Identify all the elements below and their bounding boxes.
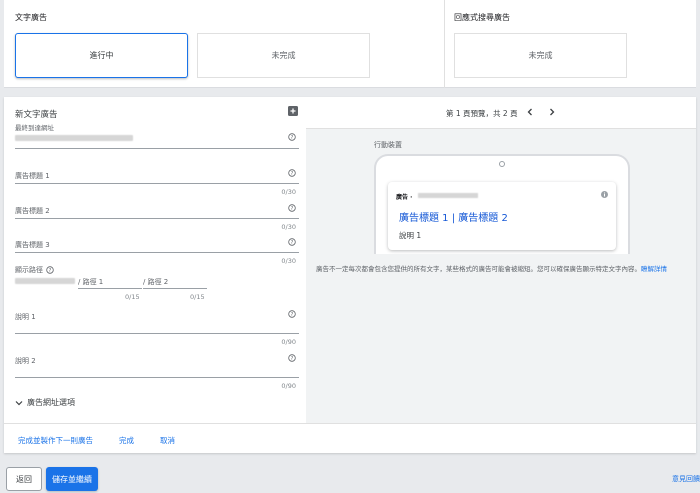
headline2-input[interactable]	[15, 218, 299, 219]
path1-underline	[78, 288, 142, 289]
help-icon[interactable]: ?	[288, 169, 296, 177]
ad-actions: 完成並製作下一則廣告 完成 取消	[4, 423, 696, 453]
pager-text: 第 1 頁預覽，共 2 頁	[446, 109, 518, 118]
responsive-ad-incomplete-card[interactable]: 未完成	[454, 33, 627, 78]
device-label: 行動裝置	[374, 141, 402, 149]
responsive-ad-section: 回應式搜尋廣告 未完成	[444, 0, 696, 88]
svg-text:?: ?	[291, 312, 294, 318]
text-ad-title: 文字廣告	[15, 13, 47, 22]
path2-underline	[143, 288, 207, 289]
chevron-down-icon	[15, 400, 23, 405]
help-icon[interactable]: ?	[288, 310, 296, 318]
learn-more-link[interactable]: 瞭解詳情	[641, 265, 667, 273]
form-title: 新文字廣告	[15, 110, 58, 120]
ad-display-url	[418, 193, 478, 198]
headline1-input[interactable]	[15, 183, 299, 184]
help-icon[interactable]: ?	[288, 204, 296, 212]
svg-text:?: ?	[291, 171, 294, 177]
feedback-link[interactable]: 意見回饋	[672, 474, 700, 484]
mobile-phone-frame: 廣告 · 廣告標題 1 | 廣告標題 2 說明 1	[374, 154, 630, 254]
svg-text:?: ?	[291, 356, 294, 362]
ad-url-options-toggle[interactable]: 廣告網址選項	[15, 397, 75, 408]
headline3-input[interactable]	[15, 252, 299, 253]
headline3-label: 廣告標題 3	[15, 241, 50, 249]
phone-camera	[499, 161, 505, 167]
done-and-next-link[interactable]: 完成並製作下一則廣告	[18, 435, 93, 446]
preview-disclaimer: 廣告不一定每次都會包含您提供的所有文字，某些格式的廣告可能會被縮短。您可以確保廣…	[316, 264, 688, 274]
headline2-counter: 0/30	[281, 223, 296, 231]
preview-pager: 第 1 頁預覽，共 2 頁	[306, 97, 696, 129]
headline2-label: 廣告標題 2	[15, 207, 50, 215]
display-path-label: 顯示路徑?	[15, 265, 54, 275]
help-icon[interactable]: ?	[288, 354, 296, 362]
disclaimer-text: 廣告不一定每次都會包含您提供的所有文字，某些格式的廣告可能會被縮短。您可以確保廣…	[316, 265, 641, 273]
ad-type-panel: 文字廣告 進行中 未完成 回應式搜尋廣告 未完成	[4, 0, 696, 88]
ad-badge: 廣告 ·	[396, 194, 413, 201]
description2-label: 說明 2	[15, 357, 36, 365]
ad-headline: 廣告標題 1 | 廣告標題 2	[399, 213, 508, 224]
description1-input[interactable]	[15, 333, 299, 334]
description1-label: 說明 1	[15, 313, 36, 321]
add-ad-icon[interactable]	[288, 106, 298, 116]
ad-description: 說明 1	[399, 231, 422, 240]
headline1-counter: 0/30	[281, 188, 296, 196]
responsive-ad-title: 回應式搜尋廣告	[454, 13, 510, 22]
final-url-value[interactable]	[15, 135, 133, 141]
ad-form: 新文字廣告 最終到達網址 ? 廣告標題 1 ? 0/30 廣告標題 2 ? 0/…	[4, 97, 306, 423]
done-link[interactable]: 完成	[119, 435, 134, 446]
text-ad-section: 文字廣告 進行中 未完成	[4, 0, 444, 88]
back-button[interactable]: 返回	[6, 467, 42, 491]
description2-input[interactable]	[15, 377, 299, 378]
help-icon[interactable]: ?	[288, 238, 296, 246]
final-url-underline	[15, 148, 299, 149]
text-ad-in-progress-card[interactable]: 進行中	[15, 33, 188, 78]
save-and-continue-button[interactable]: 儲存並繼續	[46, 467, 98, 491]
description1-counter: 0/90	[281, 338, 296, 346]
help-icon[interactable]: ?	[288, 133, 296, 141]
chevron-right-icon[interactable]	[546, 106, 558, 118]
path1-counter: 0/15	[125, 293, 140, 301]
ad-preview-card: 廣告 · 廣告標題 1 | 廣告標題 2 說明 1	[388, 182, 616, 250]
chevron-left-icon[interactable]	[524, 106, 536, 118]
info-icon	[601, 191, 608, 198]
headline3-counter: 0/30	[281, 257, 296, 265]
text-ad-incomplete-card[interactable]: 未完成	[197, 33, 370, 78]
path2-counter: 0/15	[190, 293, 205, 301]
help-icon[interactable]: ?	[46, 266, 54, 274]
ad-preview-panel: 第 1 頁預覽，共 2 頁 行動裝置 廣告 · 廣告標題 1 | 廣告標題 2 …	[306, 97, 696, 423]
ad-url-options-label: 廣告網址選項	[27, 398, 75, 407]
display-path-label-text: 顯示路徑	[15, 266, 43, 274]
cancel-link[interactable]: 取消	[160, 435, 175, 446]
final-url-label: 最終到達網址	[15, 124, 54, 132]
path1-input[interactable]: / 路徑 1	[78, 277, 103, 287]
ad-editor-card: 新文字廣告 最終到達網址 ? 廣告標題 1 ? 0/30 廣告標題 2 ? 0/…	[4, 97, 696, 453]
svg-text:?: ?	[291, 240, 294, 246]
headline1-label: 廣告標題 1	[15, 172, 50, 180]
path2-input[interactable]: / 路徑 2	[143, 277, 168, 287]
display-domain	[15, 278, 75, 284]
svg-text:?: ?	[291, 206, 294, 212]
description2-counter: 0/90	[281, 382, 296, 390]
svg-text:?: ?	[291, 135, 294, 141]
svg-text:?: ?	[49, 268, 52, 274]
